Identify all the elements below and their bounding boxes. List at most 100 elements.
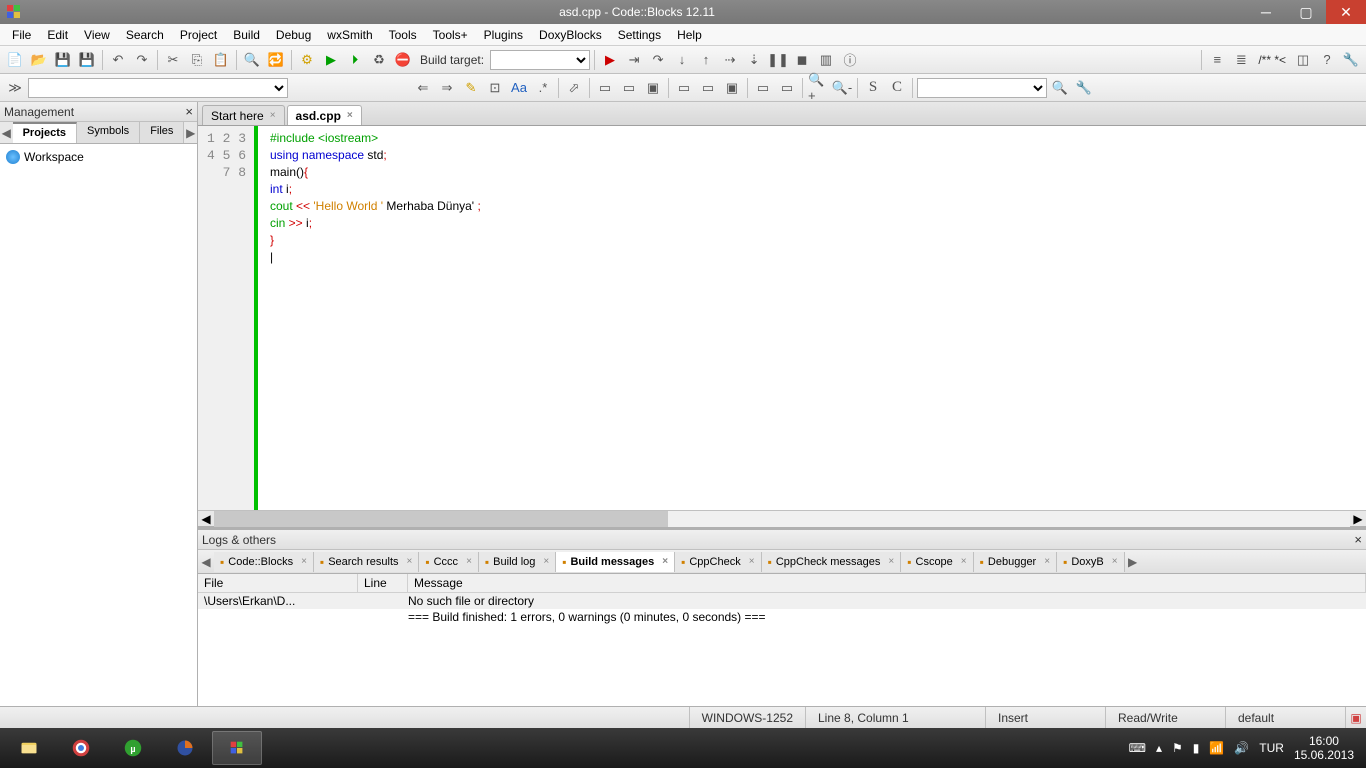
comment-icon[interactable]: /** *<: [1254, 53, 1290, 67]
tab-projects[interactable]: Projects: [13, 122, 77, 143]
volume-icon[interactable]: 🔊: [1234, 741, 1249, 755]
battery-icon[interactable]: ▮: [1193, 741, 1200, 755]
menu-build[interactable]: Build: [225, 26, 268, 44]
menu-search[interactable]: Search: [118, 26, 172, 44]
menu-wxsmith[interactable]: wxSmith: [319, 26, 380, 44]
col-file[interactable]: File: [198, 574, 358, 592]
menu-tools[interactable]: Tools: [381, 26, 425, 44]
rebuild-icon[interactable]: ♻: [368, 49, 390, 71]
log-tab[interactable]: ▪ Cccc ×: [419, 552, 479, 572]
doxy4-icon[interactable]: ?: [1316, 49, 1338, 71]
log-tab[interactable]: ▪ Debugger ×: [974, 552, 1057, 572]
tab-files[interactable]: Files: [140, 122, 184, 143]
step-instr-icon[interactable]: ⇣: [743, 49, 765, 71]
col-message[interactable]: Message: [408, 574, 1366, 592]
back-icon[interactable]: ⇐: [412, 77, 434, 99]
forward-icon[interactable]: ⇒: [436, 77, 458, 99]
zoom-in-icon[interactable]: 🔍+: [807, 77, 829, 99]
log-tab[interactable]: ▪ Build messages ×: [556, 552, 675, 572]
editor-tab[interactable]: asd.cpp×: [287, 105, 362, 125]
menu-project[interactable]: Project: [172, 26, 225, 44]
tab-close-icon[interactable]: ×: [270, 110, 276, 121]
code-area[interactable]: #include <iostream> using namespace std;…: [258, 126, 1366, 510]
menu-plugins[interactable]: Plugins: [476, 26, 531, 44]
log-tab[interactable]: ▪ Search results ×: [314, 552, 419, 572]
menu-doxyblocks[interactable]: DoxyBlocks: [531, 26, 610, 44]
next-line-icon[interactable]: ↷: [647, 49, 669, 71]
tray-up-icon[interactable]: ▴: [1156, 741, 1162, 755]
menu-view[interactable]: View: [76, 26, 118, 44]
step-out-icon[interactable]: ↑: [695, 49, 717, 71]
open-file-icon[interactable]: 📂: [28, 49, 50, 71]
undo-icon[interactable]: ↶: [107, 49, 129, 71]
task-codeblocks[interactable]: [212, 731, 262, 765]
flag-icon[interactable]: ⚑: [1172, 741, 1183, 755]
log-tab[interactable]: ▪ Cscope ×: [901, 552, 973, 572]
menu-settings[interactable]: Settings: [610, 26, 669, 44]
search-combo[interactable]: [917, 78, 1047, 98]
box8-icon[interactable]: ▭: [776, 77, 798, 99]
doxy-icon[interactable]: ≡: [1206, 49, 1228, 71]
build-icon[interactable]: ⚙: [296, 49, 318, 71]
box1-icon[interactable]: ▭: [594, 77, 616, 99]
box4-icon[interactable]: ▭: [673, 77, 695, 99]
management-close-icon[interactable]: ×: [185, 104, 193, 119]
break-icon[interactable]: ❚❚: [767, 49, 789, 71]
debug-run-icon[interactable]: ▶: [599, 49, 621, 71]
save-all-icon[interactable]: 💾: [76, 49, 98, 71]
workspace-item[interactable]: Workspace: [4, 148, 193, 166]
select-icon[interactable]: ⊡: [484, 77, 506, 99]
task-firefox[interactable]: [160, 731, 210, 765]
step-into-icon[interactable]: ↓: [671, 49, 693, 71]
case-icon[interactable]: Aa: [508, 77, 530, 99]
build-run-icon[interactable]: ⏵: [344, 49, 366, 71]
task-chrome[interactable]: [56, 731, 106, 765]
doxy2-icon[interactable]: ≣: [1230, 49, 1252, 71]
cursor-icon[interactable]: ⬀: [563, 77, 585, 99]
symbol-combo[interactable]: [28, 78, 288, 98]
search-go-icon[interactable]: 🔍: [1049, 77, 1071, 99]
close-button[interactable]: ✕: [1326, 0, 1366, 24]
abort-icon[interactable]: ⛔: [392, 49, 414, 71]
keyboard-icon[interactable]: ⌨: [1129, 741, 1146, 755]
menu-tools+[interactable]: Tools+: [425, 26, 476, 44]
editor-tab[interactable]: Start here×: [202, 105, 285, 125]
redo-icon[interactable]: ↷: [131, 49, 153, 71]
clock[interactable]: 16:00 15.06.2013: [1294, 734, 1354, 762]
logs-left-arrow[interactable]: ◀: [198, 555, 214, 569]
log-row[interactable]: \Users\Erkan\D...No such file or directo…: [198, 593, 1366, 609]
doxy3-icon[interactable]: ◫: [1292, 49, 1314, 71]
find-icon[interactable]: 🔍: [241, 49, 263, 71]
tab-right-arrow[interactable]: ▶: [184, 122, 197, 143]
paste-icon[interactable]: 📋: [210, 49, 232, 71]
build-target-combo[interactable]: [490, 50, 590, 70]
task-explorer[interactable]: [4, 731, 54, 765]
run-cursor-icon[interactable]: ⇥: [623, 49, 645, 71]
highlight-icon[interactable]: ✎: [460, 77, 482, 99]
new-file-icon[interactable]: 📄: [4, 49, 26, 71]
tab-symbols[interactable]: Symbols: [77, 122, 140, 143]
menu-edit[interactable]: Edit: [39, 26, 76, 44]
replace-icon[interactable]: 🔁: [265, 49, 287, 71]
box7-icon[interactable]: ▭: [752, 77, 774, 99]
log-row[interactable]: === Build finished: 1 errors, 0 warnings…: [198, 609, 1366, 625]
jump-icon[interactable]: ≫: [4, 77, 26, 99]
log-tab[interactable]: ▪ Code::Blocks ×: [214, 552, 314, 572]
tab-left-arrow[interactable]: ◀: [0, 122, 13, 143]
box6-icon[interactable]: ▣: [721, 77, 743, 99]
maximize-button[interactable]: ▢: [1286, 0, 1326, 24]
run-icon[interactable]: ▶: [320, 49, 342, 71]
horizontal-scrollbar[interactable]: ◀ ▶: [198, 510, 1366, 526]
info-icon[interactable]: ⓘ: [839, 49, 861, 71]
minimize-button[interactable]: ─: [1246, 0, 1286, 24]
log-tab[interactable]: ▪ Build log ×: [479, 552, 556, 572]
options-icon[interactable]: 🔧: [1073, 77, 1095, 99]
task-utorrent[interactable]: µ: [108, 731, 158, 765]
box3-icon[interactable]: ▣: [642, 77, 664, 99]
cut-icon[interactable]: ✂: [162, 49, 184, 71]
logs-right-arrow[interactable]: ▶: [1125, 555, 1141, 569]
menu-file[interactable]: File: [4, 26, 39, 44]
c-icon[interactable]: C: [886, 77, 908, 99]
box2-icon[interactable]: ▭: [618, 77, 640, 99]
code-editor[interactable]: 1 2 3 4 5 6 7 8 #include <iostream> usin…: [198, 126, 1366, 510]
